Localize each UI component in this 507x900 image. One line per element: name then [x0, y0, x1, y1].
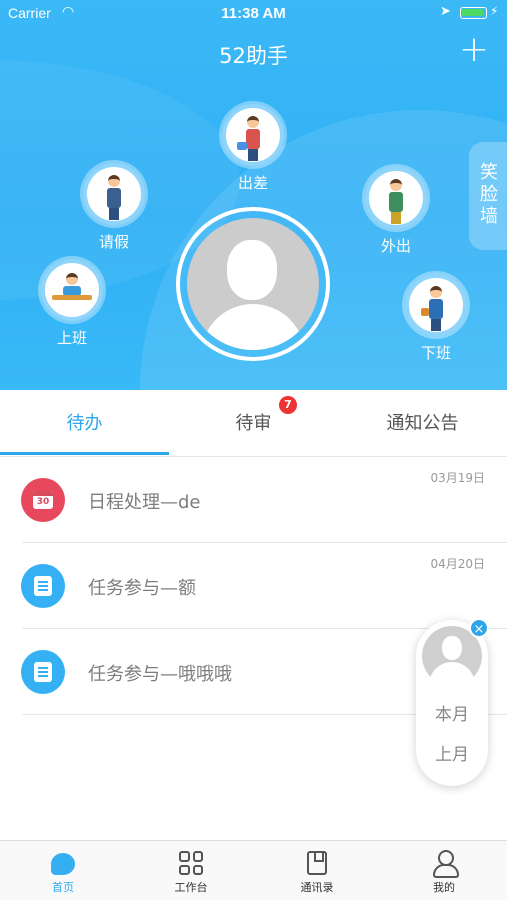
business-trip-button[interactable]: 出差: [213, 104, 293, 193]
leave-label: 请假: [98, 233, 129, 251]
close-icon[interactable]: ×: [469, 618, 489, 638]
go-out-button[interactable]: 外出: [356, 167, 436, 256]
bottom-tab-bar: 首页 工作台 通讯录 我的: [0, 840, 507, 900]
clock-out-label: 下班: [420, 344, 451, 362]
list-item-title: 任务参与—哦哦哦: [88, 664, 232, 685]
battery-icon: [460, 7, 487, 19]
clock-in-icon: [41, 259, 103, 321]
active-tab-indicator: [0, 452, 169, 455]
business-trip-icon: [222, 104, 284, 166]
task-list-icon: [21, 564, 65, 608]
user-avatar[interactable]: [176, 207, 330, 361]
list-item[interactable]: 任务参与—额 04月20日: [0, 543, 507, 629]
tabbar-label: 通讯录: [300, 881, 334, 894]
tabbar-item-contacts[interactable]: 通讯录: [254, 841, 380, 900]
tab-todo[interactable]: 待办: [0, 390, 169, 457]
business-trip-label: 出差: [237, 174, 268, 192]
list-item-date: 04月20日: [430, 557, 485, 571]
charging-bolt-icon: ⚡: [490, 4, 499, 18]
tabbar-item-home[interactable]: 首页: [0, 841, 126, 900]
clock-in-label: 上班: [56, 329, 87, 347]
this-month-button[interactable]: 本月: [416, 700, 488, 725]
clock-out-button[interactable]: 下班: [396, 274, 476, 363]
tabbar-label: 首页: [52, 881, 74, 894]
smile-wall-label: 笑: [480, 162, 498, 183]
clock-out-icon: [405, 274, 467, 336]
smile-wall-button[interactable]: 笑 脸 墙: [469, 142, 507, 250]
tabbar-item-mine[interactable]: 我的: [381, 841, 507, 900]
location-arrow-icon: ➤: [440, 4, 451, 19]
tabbar-label: 工作台: [174, 881, 208, 894]
tab-announcements[interactable]: 通知公告: [338, 390, 507, 457]
contacts-book-icon: [307, 851, 327, 875]
list-item-title: 任务参与—额: [88, 578, 196, 599]
segment-tabs: 待办 待审 通知公告: [0, 390, 507, 457]
header-banner: Carrier ◠ 11:38 AM ➤ ⚡ 52助手 + 笑 脸 墙 出差 请…: [0, 0, 507, 390]
smile-wall-label: 脸: [480, 184, 498, 205]
clock-in-button[interactable]: 上班: [32, 259, 112, 348]
last-month-button[interactable]: 上月: [416, 740, 488, 765]
smile-wall-label: 墙: [480, 206, 498, 227]
tabbar-label: 我的: [433, 881, 455, 894]
pending-count-badge: 7: [279, 396, 297, 414]
add-button[interactable]: +: [456, 32, 492, 68]
status-bar: Carrier ◠ 11:38 AM ➤ ⚡: [0, 0, 507, 28]
avatar-placeholder-icon: [187, 218, 319, 350]
page-title: 52助手: [219, 44, 288, 68]
user-icon: [432, 850, 459, 878]
leave-icon: [83, 163, 145, 225]
floating-ranking-card: 本月 上月: [416, 620, 488, 786]
status-time: 11:38 AM: [221, 5, 286, 22]
task-list-icon: [21, 650, 65, 694]
tab-pending-review[interactable]: 待审: [169, 390, 338, 457]
home-chat-icon: [51, 853, 75, 875]
leave-button[interactable]: 请假: [74, 163, 154, 252]
list-item-date: 03月19日: [430, 471, 485, 485]
grid-icon: [179, 851, 203, 875]
go-out-icon: [365, 167, 427, 229]
list-item-title: 日程处理—de: [88, 492, 201, 513]
calendar-icon: 30: [21, 478, 65, 522]
list-item[interactable]: 30 日程处理—de 03月19日: [0, 457, 507, 543]
tabbar-item-workbench[interactable]: 工作台: [128, 841, 254, 900]
go-out-label: 外出: [380, 237, 411, 255]
